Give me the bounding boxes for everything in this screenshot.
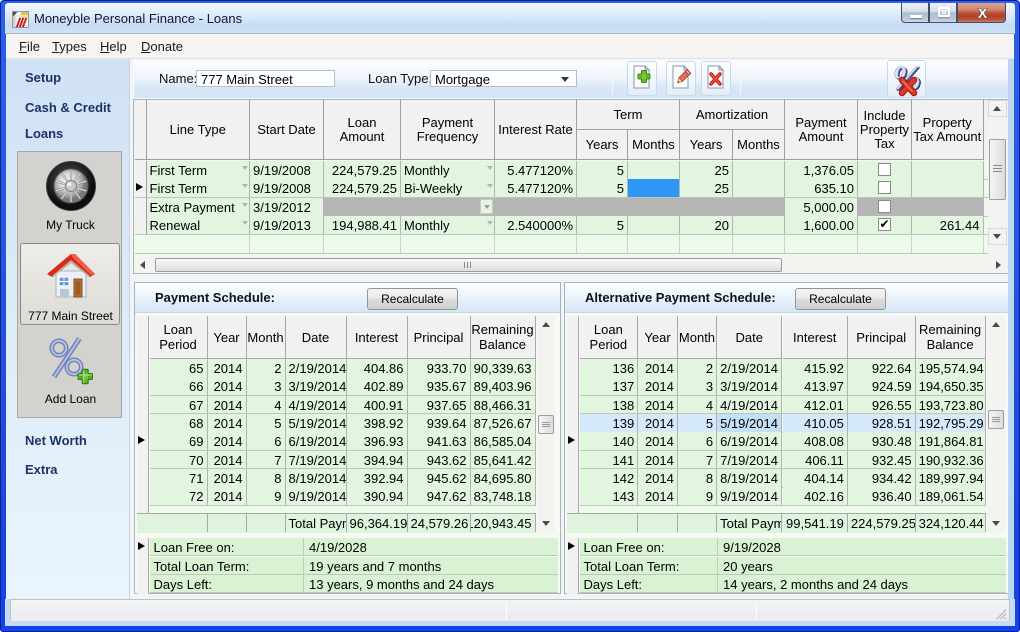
svg-text:X: X (978, 5, 988, 21)
